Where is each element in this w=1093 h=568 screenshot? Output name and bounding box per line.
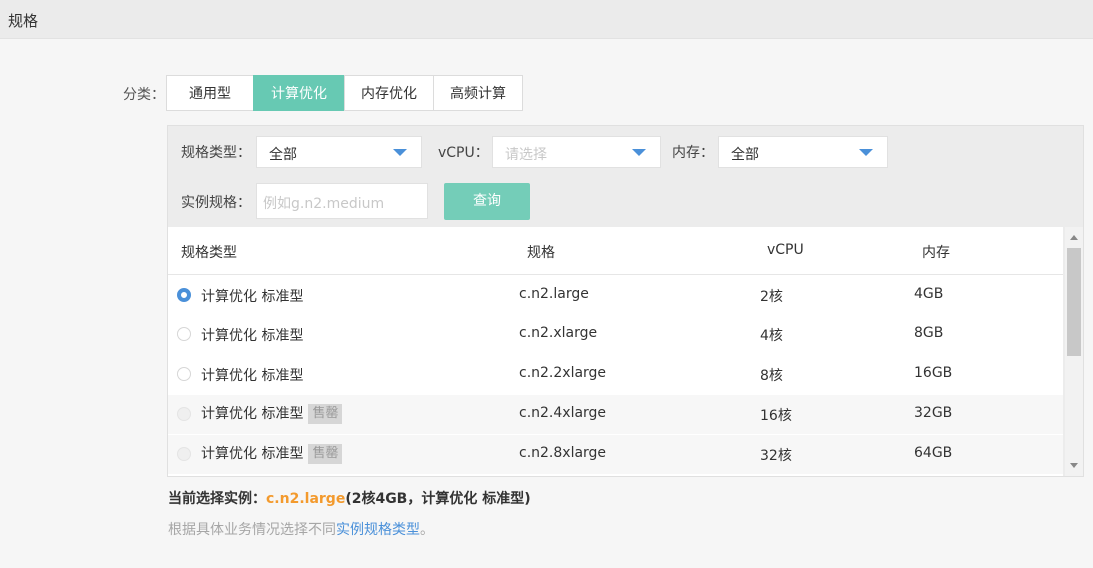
cell-type: 计算优化 标准型 售罄 <box>201 443 343 464</box>
radio-disabled <box>177 407 191 421</box>
table-header: 规格类型 规格 vCPU 内存 <box>168 227 1063 275</box>
table-row[interactable]: 计算优化 标准型 c.n2.2xlarge 8核 16GB <box>168 355 1063 394</box>
cell-spec: c.n2.8xlarge <box>519 445 607 461</box>
spec-type-label: 规格类型： <box>181 145 251 161</box>
current-selection-detail: (2核4GB，计算优化 标准型) <box>345 491 531 507</box>
current-selection: 当前选择实例：c.n2.large(2核4GB，计算优化 标准型) <box>168 488 531 508</box>
tab-compute-optimized[interactable]: 计算优化 <box>253 75 345 111</box>
memory-value: 全部 <box>731 147 759 163</box>
table-scrollbar[interactable] <box>1065 227 1083 476</box>
cell-spec: c.n2.large <box>519 286 589 302</box>
hint-text: 根据具体业务情况选择不同实例规格类型。 <box>168 519 434 539</box>
category-tabs: 通用型 计算优化 内存优化 高频计算 <box>166 75 523 111</box>
cell-type: 计算优化 标准型 <box>201 368 304 384</box>
tab-general[interactable]: 通用型 <box>166 75 254 111</box>
cell-spec: c.n2.xlarge <box>519 325 598 341</box>
instance-spec-input[interactable]: 例如g.n2.medium <box>256 183 428 219</box>
cell-vcpu: 4核 <box>760 328 783 344</box>
memory-label: 内存： <box>672 145 714 161</box>
tab-high-frequency[interactable]: 高频计算 <box>433 75 523 111</box>
query-button[interactable]: 查询 <box>444 183 530 220</box>
cell-vcpu: 2核 <box>760 289 783 305</box>
cell-memory: 8GB <box>914 325 944 341</box>
scroll-down-arrow-icon[interactable] <box>1070 463 1078 468</box>
hint-suffix: 。 <box>420 522 434 538</box>
current-selection-prefix: 当前选择实例： <box>168 491 266 507</box>
radio-disabled <box>177 447 191 461</box>
tab-memory-optimized[interactable]: 内存优化 <box>344 75 434 111</box>
cell-type: 计算优化 标准型 <box>201 289 304 305</box>
cell-memory: 4GB <box>914 286 944 302</box>
cell-memory: 32GB <box>914 405 953 421</box>
table-row[interactable]: 计算优化 标准型 c.n2.large 2核 4GB <box>168 276 1063 315</box>
cell-type-text: 计算优化 标准型 <box>201 446 304 462</box>
column-header-memory: 内存 <box>922 245 950 261</box>
section-title: 规格 <box>8 12 39 30</box>
chevron-down-icon <box>859 149 873 156</box>
scroll-up-arrow-icon[interactable] <box>1070 235 1078 240</box>
cell-type: 计算优化 标准型 <box>201 328 304 344</box>
instance-spec-label: 实例规格： <box>181 195 251 211</box>
cell-type-text: 计算优化 标准型 <box>201 406 304 422</box>
radio[interactable] <box>177 367 191 381</box>
section-header: 规格 <box>0 0 1093 39</box>
table-row-sold-out: 计算优化 标准型 售罄 c.n2.4xlarge 16核 32GB <box>168 395 1063 434</box>
sold-out-badge: 售罄 <box>308 404 343 424</box>
cell-memory: 64GB <box>914 445 953 461</box>
cell-type: 计算优化 标准型 售罄 <box>201 403 343 424</box>
vcpu-label: vCPU： <box>438 145 489 161</box>
table-row-sold-out: 计算优化 标准型 售罄 c.n2.8xlarge 32核 64GB <box>168 435 1063 474</box>
column-header-spec: 规格 <box>527 245 555 261</box>
column-header-vcpu: vCPU <box>767 242 804 258</box>
spec-table: 规格类型 规格 vCPU 内存 计算优化 标准型 c.n2.large 2核 4… <box>168 227 1063 476</box>
spec-type-value: 全部 <box>269 147 297 163</box>
cell-vcpu: 8核 <box>760 368 783 384</box>
category-label: 分类： <box>123 87 165 103</box>
spec-panel: 规格类型： 全部 vCPU： 请选择 内存： 全部 实例规格： 例如g.n2.m… <box>167 125 1084 477</box>
cell-spec: c.n2.4xlarge <box>519 405 607 421</box>
column-header-type: 规格类型 <box>181 245 237 261</box>
instance-type-link[interactable]: 实例规格类型 <box>336 522 420 538</box>
radio-selected[interactable] <box>177 288 191 302</box>
scrollbar-thumb[interactable] <box>1067 248 1081 356</box>
current-selection-spec: c.n2.large <box>266 491 346 507</box>
radio[interactable] <box>177 327 191 341</box>
hint-prefix: 根据具体业务情况选择不同 <box>168 522 336 538</box>
cell-vcpu: 16核 <box>760 408 792 424</box>
spec-type-select[interactable]: 全部 <box>256 136 422 168</box>
table-row[interactable]: 计算优化 标准型 c.n2.xlarge 4核 8GB <box>168 315 1063 354</box>
vcpu-select[interactable]: 请选择 <box>492 136 661 168</box>
chevron-down-icon <box>393 149 407 156</box>
vcpu-placeholder: 请选择 <box>505 147 547 163</box>
chevron-down-icon <box>632 149 646 156</box>
memory-select[interactable]: 全部 <box>718 136 888 168</box>
sold-out-badge: 售罄 <box>308 444 343 464</box>
cell-spec: c.n2.2xlarge <box>519 365 607 381</box>
cell-vcpu: 32核 <box>760 448 792 464</box>
cell-memory: 16GB <box>914 365 953 381</box>
